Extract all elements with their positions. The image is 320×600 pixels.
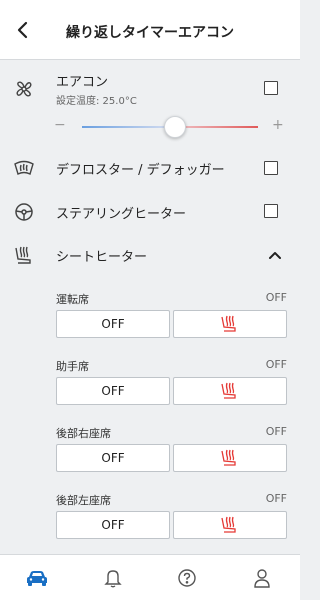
seat-heat-button-driver[interactable] [173, 310, 287, 338]
seat-heat-button-rear-right[interactable] [173, 444, 287, 472]
seat-heat-icon [221, 382, 236, 399]
header-bar: 繰り返しタイマーエアコン [0, 0, 300, 60]
seat-name-driver: 運転席 [56, 293, 89, 306]
seat-off-button-rear-right[interactable]: OFF [56, 444, 170, 472]
seat-heater-icon [12, 243, 36, 267]
steering-wheel-icon [12, 200, 36, 224]
seat-status-rear-left: OFF [265, 492, 287, 505]
car-icon [27, 571, 47, 586]
aircon-setting: 設定温度: 25.0°C [56, 96, 137, 107]
aircon-checkbox[interactable] [264, 81, 278, 95]
seat-heat-button-passenger[interactable] [173, 377, 287, 405]
seat-name-passenger: 助手席 [56, 360, 89, 373]
slider-plus-icon[interactable]: + [272, 117, 284, 133]
help-icon [178, 569, 196, 587]
seat-off-button-passenger[interactable]: OFF [56, 377, 170, 405]
seat-off-button-driver[interactable]: OFF [56, 310, 170, 338]
person-icon [254, 569, 270, 588]
seat-heat-icon [221, 449, 236, 466]
steering-checkbox[interactable] [264, 204, 278, 218]
tab-help[interactable] [175, 566, 199, 590]
seat-status-driver: OFF [265, 291, 287, 304]
tab-account[interactable] [250, 566, 274, 590]
seat-heat-icon [221, 315, 236, 332]
bottom-tab-bar [0, 554, 300, 600]
steering-label: ステアリングヒーター [56, 207, 187, 222]
seat-name-rear-right: 後部右座席 [56, 427, 111, 440]
temperature-slider-knob[interactable] [164, 116, 186, 138]
seat-heater-label: シートヒーター [56, 250, 148, 265]
defroster-label: デフロスター / デフォッガー [56, 163, 225, 178]
seat-heat-icon [221, 516, 236, 533]
defroster-icon [12, 156, 36, 180]
seat-name-rear-left: 後部左座席 [56, 494, 111, 507]
chevron-up-icon[interactable] [268, 250, 282, 260]
page-title: 繰り返しタイマーエアコン [66, 25, 234, 41]
tab-car[interactable] [25, 566, 49, 590]
seat-status-passenger: OFF [265, 358, 287, 371]
settings-panel: エアコン 設定温度: 25.0°C − + デフロスター / デフォッガー ステ… [0, 60, 300, 554]
tab-notifications[interactable] [101, 566, 125, 590]
defroster-checkbox[interactable] [264, 161, 278, 175]
bell-icon [104, 570, 122, 588]
fan-icon [12, 77, 36, 101]
seat-off-button-rear-left[interactable]: OFF [56, 511, 170, 539]
aircon-label: エアコン [56, 75, 109, 90]
seat-status-rear-right: OFF [265, 425, 287, 438]
slider-minus-icon[interactable]: − [54, 117, 66, 133]
seat-heat-button-rear-left[interactable] [173, 511, 287, 539]
